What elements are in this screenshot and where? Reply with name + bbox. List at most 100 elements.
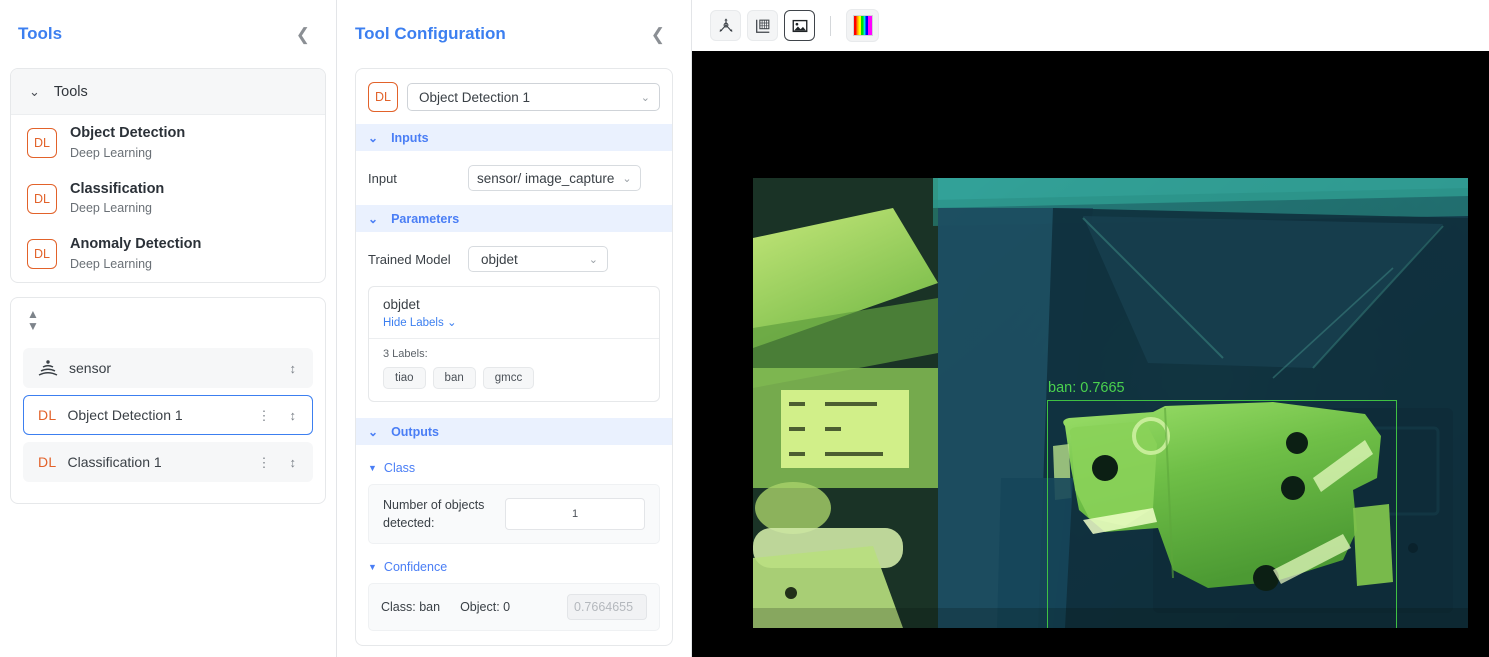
tools-group-header[interactable]: ⌄ Tools: [11, 69, 325, 115]
trained-model-row: Trained Model objdet ⌄: [368, 246, 660, 272]
chevron-down-icon: ⌄: [588, 253, 598, 266]
subsection-label: Class: [383, 461, 416, 475]
hide-labels-text: Hide Labels: [383, 317, 444, 329]
tool-item-sub: Deep Learning: [70, 145, 153, 160]
labels-count: 3 Labels:: [383, 348, 428, 360]
triangle-down-icon: ▼: [368, 463, 377, 473]
subsection-label: Confidence: [383, 560, 448, 575]
sort-arrows-icon[interactable]: ↕: [286, 456, 301, 469]
subsection-header-class[interactable]: ▼ Class: [368, 461, 660, 475]
more-options-icon[interactable]: ⋮: [254, 409, 275, 422]
pipeline-card: ▲ ▼ sensor ↕ DL Object Detection 1 ⋮ ↕ D…: [10, 297, 326, 505]
chevron-down-icon: ⌄: [446, 317, 457, 329]
config-panel-title: Tool Configuration: [355, 24, 506, 43]
pipeline-row-classification-1[interactable]: DL Classification 1 ⋮ ↕: [23, 442, 313, 483]
tool-item-text: Anomaly Detection Deep Learning: [70, 235, 201, 273]
tool-item-name: Anomaly Detection: [70, 236, 202, 253]
input-field-label: Input: [368, 170, 397, 186]
toolbar-divider: [830, 15, 831, 36]
label-chip[interactable]: tiao: [383, 367, 426, 389]
viewer-toolbar: [692, 0, 1489, 51]
label-chip[interactable]: gmcc: [482, 367, 535, 389]
image-icon: [792, 19, 807, 32]
tool-item-name: Classification: [70, 180, 165, 197]
chevron-down-icon: ⌄: [29, 83, 40, 99]
sensor-wave-icon: [38, 360, 58, 376]
chevron-left-icon[interactable]: ❮: [645, 22, 671, 47]
pipeline-row-sensor[interactable]: sensor ↕: [23, 348, 313, 389]
sort-arrows-icon: ▲ ▼: [27, 307, 39, 334]
dl-badge-icon: DL: [38, 407, 57, 424]
tool-select[interactable]: Object Detection 1 ⌄: [407, 83, 660, 111]
tool-item-text: Classification Deep Learning: [70, 180, 164, 218]
tool-item-sub: Deep Learning: [70, 256, 153, 271]
dl-badge-icon: DL: [368, 82, 398, 112]
pipeline-row-label: sensor: [69, 360, 112, 377]
chevron-down-icon: ⌄: [368, 424, 379, 439]
config-panel-header: Tool Configuration ❮: [337, 0, 691, 68]
confidence-value[interactable]: 0.7664655: [567, 594, 647, 621]
trained-model-label: Trained Model: [368, 251, 451, 267]
section-header-parameters[interactable]: ⌄ Parameters: [356, 205, 672, 232]
model-name: objdet: [383, 297, 420, 312]
tool-selector-row: DL Object Detection 1 ⌄: [368, 82, 660, 112]
pipeline-row-label: Object Detection 1: [67, 407, 183, 424]
subsection-header-confidence[interactable]: ▼ Confidence: [368, 560, 660, 574]
colorbar-icon: [852, 15, 873, 36]
chevron-down-icon: ⌄: [640, 91, 650, 104]
image-viewer: ban: 0.7665: [692, 0, 1489, 657]
objects-detected-row: Number of objects detected: 1: [368, 484, 660, 545]
input-source-select[interactable]: sensor/ image_capture ⌄: [468, 165, 641, 191]
tools-panel-title: Tools: [18, 24, 63, 43]
more-options-icon[interactable]: ⋮: [254, 456, 275, 469]
dl-badge-icon: DL: [38, 454, 57, 471]
input-field-row: Input sensor/ image_capture ⌄: [368, 165, 660, 191]
tools-group-label: Tools: [53, 83, 88, 100]
grid-chart-icon: [755, 19, 769, 33]
tool-item-text: Object Detection Deep Learning: [70, 124, 185, 162]
section-label: Inputs: [391, 130, 429, 145]
confidence-object-text: Object: 0: [460, 600, 511, 615]
config-body: DL Object Detection 1 ⌄ ⌄ Inputs Input s…: [337, 68, 691, 657]
label-chips: tiao ban gmcc: [383, 367, 645, 389]
tool-item-object-detection[interactable]: DL Object Detection Deep Learning: [11, 115, 325, 171]
section-label: Outputs: [391, 424, 439, 439]
objects-detected-label: Number of objects detected:: [383, 498, 485, 531]
confidence-row: Class: ban Object: 0 0.7664655: [368, 583, 660, 632]
label-chip[interactable]: ban: [432, 367, 476, 389]
objects-detected-value[interactable]: 1: [505, 498, 645, 531]
detection-bounding-box: [1047, 400, 1397, 628]
tool-item-classification[interactable]: DL Classification Deep Learning: [11, 171, 325, 227]
chevron-down-icon: ⌄: [368, 130, 379, 145]
grid-chart-icon-button[interactable]: [747, 10, 778, 41]
tool-select-value: Object Detection 1: [419, 89, 531, 105]
section-header-inputs[interactable]: ⌄ Inputs: [356, 124, 672, 151]
tools-panel: Tools ❮ ⌄ Tools DL Object Detection Deep…: [0, 0, 337, 657]
tool-item-sub: Deep Learning: [70, 201, 153, 216]
chevron-down-icon: ⌄: [368, 211, 379, 226]
image-canvas[interactable]: ban: 0.7665: [692, 51, 1489, 657]
config-card: DL Object Detection 1 ⌄ ⌄ Inputs Input s…: [355, 68, 673, 646]
section-header-outputs[interactable]: ⌄ Outputs: [356, 418, 672, 445]
sort-arrows-icon[interactable]: ↕: [286, 409, 301, 422]
chevron-down-icon: ⌄: [622, 172, 632, 185]
tool-configuration-panel: Tool Configuration ❮ DL Object Detection…: [337, 0, 692, 657]
3d-axes-icon-button[interactable]: [710, 10, 741, 41]
pipeline-sort-handle[interactable]: ▲ ▼: [23, 308, 313, 348]
model-info-top: objdet Hide Labels ⌄: [369, 287, 659, 339]
pipeline-row-label: Classification 1: [67, 454, 162, 471]
colorbar-icon-button[interactable]: [846, 9, 879, 42]
sort-arrows-icon[interactable]: ↕: [286, 362, 301, 375]
pipeline-row-object-detection-1[interactable]: DL Object Detection 1 ⋮ ↕: [23, 395, 313, 436]
triangle-down-icon: ▼: [368, 562, 377, 573]
tools-panel-header: Tools ❮: [0, 0, 336, 68]
tool-item-anomaly-detection[interactable]: DL Anomaly Detection Deep Learning: [11, 226, 325, 282]
chevron-left-icon[interactable]: ❮: [290, 22, 316, 47]
trained-model-select[interactable]: objdet ⌄: [468, 246, 608, 272]
tools-group-card: ⌄ Tools DL Object Detection Deep Learnin…: [10, 68, 326, 284]
app-root: Tools ❮ ⌄ Tools DL Object Detection Deep…: [0, 0, 1489, 657]
image-icon-button[interactable]: [784, 10, 815, 41]
hide-labels-toggle[interactable]: Hide Labels ⌄: [383, 315, 645, 329]
confidence-class-text: Class: ban: [381, 600, 441, 615]
section-label: Parameters: [391, 211, 460, 226]
